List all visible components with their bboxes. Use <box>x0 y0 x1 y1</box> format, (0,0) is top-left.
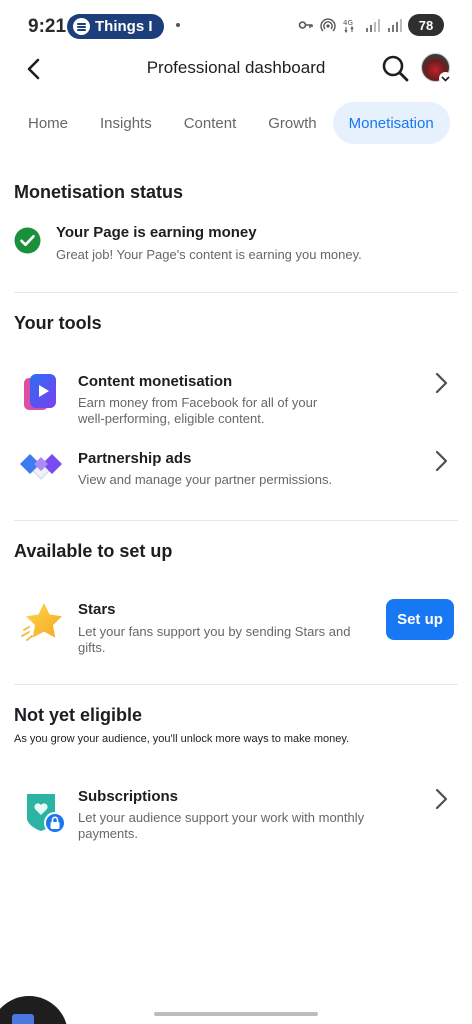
battery-level: 78 <box>418 17 434 33</box>
home-indicator[interactable] <box>154 1012 318 1016</box>
floating-action-button[interactable] <box>0 996 68 1024</box>
tool-title: Partnership ads <box>78 450 192 467</box>
tool-desc: Earn money from Facebook for all of your… <box>78 395 318 426</box>
media-pill[interactable]: Things I <box>67 14 164 39</box>
spotify-icon <box>73 18 90 35</box>
tool-desc: View and manage your partner permissions… <box>78 472 333 487</box>
set-up-button[interactable]: Set up <box>386 599 454 640</box>
tab-insights[interactable]: Insights <box>84 102 168 144</box>
earning-status-desc: Great job! Your Page's content is earnin… <box>56 247 362 262</box>
setup-item-desc: Let your fans support you by sending Sta… <box>78 624 351 655</box>
locked-item-title: Subscriptions <box>78 788 179 805</box>
header: Professional dashboard <box>0 50 472 90</box>
star-icon <box>21 603 62 641</box>
signal-icon <box>366 19 380 32</box>
locked-item-subscriptions[interactable]: Subscriptions Let your audience support … <box>14 778 458 850</box>
handshake-icon <box>20 454 62 480</box>
divider <box>14 520 458 521</box>
play-video-icon <box>24 374 56 410</box>
data-4g-icon: 4G <box>343 19 354 33</box>
locked-item-desc: Let your audience support your work with… <box>78 810 365 841</box>
section-title-available: Available to set up <box>14 541 173 561</box>
signal-icon-2 <box>388 19 402 32</box>
check-circle-icon <box>14 227 41 254</box>
folder-icon <box>12 1014 34 1024</box>
divider <box>14 292 458 293</box>
status-bar: 9:21 Things I 4G 78 <box>0 0 472 50</box>
media-pill-label: Things I <box>95 18 153 35</box>
tab-content[interactable]: Content <box>168 102 253 144</box>
earning-status-title: Your Page is earning money <box>56 224 257 241</box>
tab-growth[interactable]: Growth <box>252 102 332 144</box>
search-button[interactable] <box>380 53 410 83</box>
svg-text:4G: 4G <box>343 19 353 27</box>
status-time: 9:21 <box>28 16 67 37</box>
setup-item-title: Stars <box>78 601 116 618</box>
tool-title: Content monetisation <box>78 373 233 390</box>
tab-bar: Home Insights Content Growth Monetisatio… <box>12 102 450 144</box>
notification-dot <box>176 23 180 27</box>
system-icons: 4G 78 <box>298 14 444 36</box>
key-icon <box>298 21 313 29</box>
subscription-lock-icon <box>27 794 66 834</box>
section-title-monetisation-status: Monetisation status <box>14 182 184 202</box>
section-title-your-tools: Your tools <box>14 313 102 333</box>
tab-home[interactable]: Home <box>12 102 84 144</box>
search-icon <box>382 55 409 82</box>
chevron-right-icon <box>435 450 448 472</box>
tab-monetisation[interactable]: Monetisation <box>332 102 450 144</box>
chevron-right-icon <box>435 788 448 810</box>
chevron-down-icon[interactable] <box>439 72 452 85</box>
not-eligible-caption: As you grow your audience, you'll unlock… <box>14 733 350 745</box>
tool-item-content-monetisation[interactable]: Content monetisation Earn money from Fac… <box>14 360 458 432</box>
section-title-not-eligible: Not yet eligible <box>14 705 143 725</box>
hotspot-icon <box>320 18 336 32</box>
battery-icon: 78 <box>408 14 444 36</box>
chevron-right-icon <box>435 372 448 394</box>
divider <box>14 684 458 685</box>
tool-item-partnership-ads[interactable]: Partnership ads View and manage your par… <box>14 440 458 496</box>
